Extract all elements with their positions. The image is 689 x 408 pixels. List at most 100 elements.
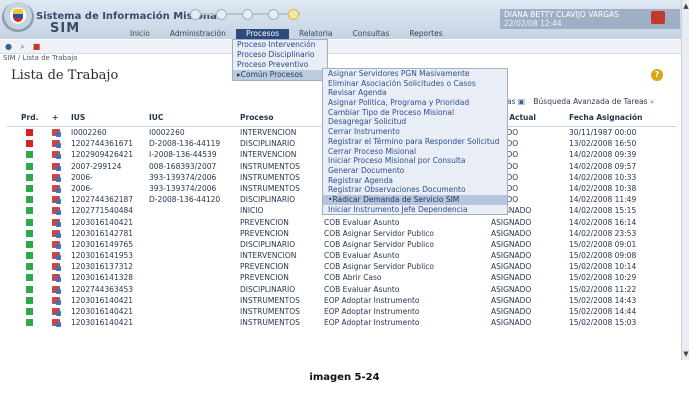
dropdown-item[interactable]: Proceso Intervención	[233, 40, 327, 50]
task-detail-icon[interactable]	[52, 129, 61, 137]
dropdown-item[interactable]: Proceso Preventivo	[233, 60, 327, 70]
task-detail-icon[interactable]	[52, 296, 61, 305]
cell-ius[interactable]: 1203016140421	[71, 306, 151, 317]
task-detail-icon[interactable]	[52, 274, 61, 283]
cell-ius[interactable]: 2006-	[71, 183, 151, 194]
submenu-item[interactable]: Cerrar Proceso Misional	[323, 147, 507, 157]
table-row[interactable]: 1203016149765 DISCIPLINARIO COB Asignar Se…	[7, 239, 677, 250]
cell-ius[interactable]: 1203016137312	[71, 261, 151, 272]
menu-item-consultas[interactable]: Consultas	[342, 29, 399, 39]
cell-ius[interactable]: 1203016142781	[71, 228, 151, 239]
table-row[interactable]: 1203016141328 PREVENCION COB Abrir Caso ASI…	[7, 272, 677, 283]
task-detail-icon[interactable]	[52, 173, 61, 182]
submenu-item[interactable]: Registrar el Término para Responder Soli…	[323, 137, 507, 147]
submenu-item[interactable]: Cerrar Instrumento	[323, 127, 507, 137]
header-prd[interactable]: Prd.	[21, 110, 41, 126]
submenu-item[interactable]: •Radicar Demanda de Servicio SIM	[323, 194, 507, 205]
task-detail-icon[interactable]	[52, 140, 61, 149]
advanced-search-link[interactable]: Búsqueda Avanzada de Tareas	[533, 97, 647, 106]
menu-item-reportes[interactable]: Reportes	[399, 29, 452, 39]
cell-iuc: D-2008-136-44119	[149, 139, 221, 149]
basic-search-link[interactable]: as	[507, 97, 516, 106]
cell-ius[interactable]: 1203016140421	[71, 317, 151, 328]
cell-ius[interactable]: 1203016149765	[71, 239, 151, 250]
cell-actividad: COB Evaluar Asunto	[324, 217, 400, 227]
task-detail-icon[interactable]	[52, 285, 61, 294]
cell-ius[interactable]: 1203016141328	[71, 272, 151, 283]
cell-ius[interactable]: 2007-299124	[71, 161, 151, 172]
table-row[interactable]: 1203016140421 PREVENCION COB Evaluar Asunt…	[7, 217, 677, 228]
cell-ius[interactable]: 1202744362187	[71, 194, 151, 205]
task-detail-icon[interactable]	[52, 151, 61, 160]
table-row[interactable]: 1203016140421 INSTRUMENTOS EOP Adoptar Ins…	[7, 317, 677, 328]
scroll-up-icon[interactable]: ▲	[682, 2, 689, 10]
dropdown-item[interactable]: ▸Común Procesos	[233, 70, 327, 80]
submenu-item-label: Revisar Agenda	[328, 88, 387, 98]
cell-ius[interactable]: 1202909426421	[71, 149, 151, 160]
submenu-item[interactable]: Revisar Agenda	[323, 88, 507, 98]
submenu-item[interactable]: Cambiar Tipo de Proceso Misional	[323, 108, 507, 118]
cell-ius[interactable]: 1203016140421	[71, 295, 151, 306]
breadcrumb[interactable]: SIM / Lista de Trabajo	[3, 54, 77, 62]
submenu-item[interactable]: Iniciar Proceso Misional por Consulta	[323, 156, 507, 166]
menu-item-procesos[interactable]: Procesos	[235, 29, 289, 39]
logout-icon[interactable]	[651, 11, 665, 24]
submenu-item[interactable]: Asignar Politica, Programa y Prioridad	[323, 98, 507, 108]
header-ius[interactable]: IUS	[71, 110, 151, 126]
table-row[interactable]: 1203016137312 PREVENCION COB Asignar Servi…	[7, 261, 677, 272]
submenu-item[interactable]: Registrar Observaciones Documento	[323, 185, 507, 195]
submenu-item[interactable]: Asignar Servidores PGN Masivamente	[323, 69, 507, 79]
cell-ius[interactable]: 1202771540484	[71, 205, 151, 216]
task-detail-icon[interactable]	[52, 184, 61, 193]
task-detail-icon[interactable]	[52, 218, 61, 227]
task-detail-icon[interactable]	[52, 240, 61, 249]
home-icon[interactable]: ●	[4, 42, 13, 51]
task-detail-icon[interactable]	[52, 229, 61, 238]
submenu-item[interactable]: Desagregar Solicitud	[323, 117, 507, 127]
table-row[interactable]: 1203016141953 INTERVENCION COB Evaluar Asu…	[7, 250, 677, 261]
submenu-item[interactable]: Generar Documento	[323, 166, 507, 176]
header-proceso[interactable]: Proceso	[240, 110, 324, 126]
cell-estado: ASIGNADO	[491, 217, 532, 227]
cell-ius[interactable]: 1203016141953	[71, 250, 151, 261]
search-icon[interactable]: ⌕	[18, 42, 27, 51]
cell-actividad: EOP Adoptar Instrumento	[324, 295, 420, 305]
header-fecha[interactable]: Fecha Asignación	[569, 110, 677, 126]
menu-item-inicio[interactable]: Inicio	[120, 29, 160, 39]
task-detail-icon[interactable]	[52, 207, 61, 216]
cell-ius[interactable]: 1202744363453	[71, 284, 151, 295]
header-iuc[interactable]: IUC	[149, 110, 243, 126]
cell-ius[interactable]: 2006-	[71, 172, 151, 183]
table-row[interactable]: 1203016140421 INSTRUMENTOS EOP Adoptar Ins…	[7, 306, 677, 317]
expand-cell	[52, 183, 64, 195]
task-detail-icon[interactable]	[52, 319, 61, 328]
cell-ius[interactable]: 1203016140421	[71, 217, 151, 228]
cell-ius[interactable]: I0002260	[71, 127, 151, 138]
menu-item-administracin[interactable]: Administración	[160, 29, 236, 39]
task-detail-icon[interactable]	[52, 263, 61, 272]
task-detail-icon[interactable]	[52, 252, 61, 261]
task-detail-icon[interactable]	[52, 162, 61, 171]
cell-fecha: 15/02/2008 09:08	[569, 251, 637, 261]
submenu-item-label: Generar Documento	[328, 165, 405, 175]
submenu-item[interactable]: Registrar Agenda	[323, 176, 507, 186]
vertical-scrollbar[interactable]: ▲ ▼	[681, 0, 689, 360]
table-row[interactable]: 1202744363453 DISCIPLINARIO COB Evaluar As…	[7, 284, 677, 295]
task-detail-icon[interactable]	[52, 308, 61, 316]
basic-search-icon[interactable]: ▣	[518, 97, 525, 106]
table-row[interactable]: 1203016140421 INSTRUMENTOS EOP Adoptar Ins…	[7, 295, 677, 306]
task-detail-icon[interactable]	[52, 196, 61, 205]
scroll-down-icon[interactable]: ▼	[682, 350, 689, 358]
cell-fecha: 15/02/2008 10:14	[569, 262, 637, 272]
submenu-item[interactable]: Iniciar Instrumento Jefe Dependencia	[323, 205, 507, 215]
dropdown-item[interactable]: Proceso Disciplinario	[233, 50, 327, 60]
lock-icon[interactable]: ■	[32, 42, 41, 51]
header-plus[interactable]: +	[52, 110, 64, 126]
cell-ius[interactable]: 1202744361671	[71, 138, 151, 149]
menu-item-relatoria[interactable]: Relatoria	[289, 29, 342, 39]
submenu-item[interactable]: Eliminar Asociación Solicitudes o Casos	[323, 79, 507, 89]
table-row[interactable]: 1203016142781 PREVENCION COB Asignar Servi…	[7, 228, 677, 239]
advanced-search-icon[interactable]: ⌕	[650, 97, 654, 106]
help-icon[interactable]: ?	[651, 69, 663, 81]
cell-fecha: 30/11/1987 00:00	[569, 128, 637, 137]
